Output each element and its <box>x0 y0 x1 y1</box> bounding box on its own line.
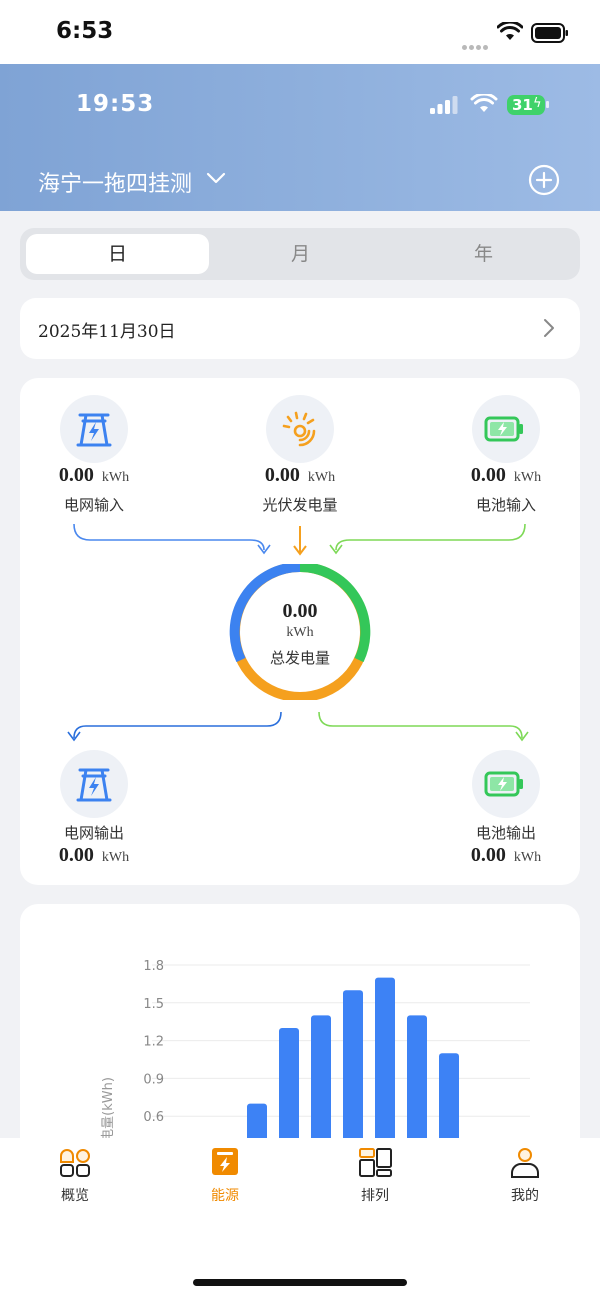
tab-profile-label: 我的 <box>511 1188 539 1204</box>
tab-month[interactable]: 月 <box>209 234 392 274</box>
chart-y-tick-label: 1.8 <box>143 959 164 974</box>
chart-bar[interactable] <box>375 977 395 1164</box>
total-generation-value: 0.00 <box>282 600 318 622</box>
inner-status-time: 19:53 <box>76 91 155 117</box>
home-indicator <box>193 1279 407 1286</box>
grid-output-label: 电网输出 <box>63 824 124 842</box>
inner-battery-icon: 31 ϟ <box>507 95 545 115</box>
tab-overview-label: 概览 <box>61 1188 89 1204</box>
generation-chart-card: 发电量(kWh) 1.8 1.5 1.2 0.9 0.6 <box>20 904 580 1164</box>
chart-y-tick-label: 1.5 <box>143 997 164 1012</box>
battery-output-label: 电池输出 <box>475 824 536 842</box>
tab-energy-label: 能源 <box>211 1188 239 1204</box>
tab-energy[interactable]: 能源 <box>185 1148 265 1205</box>
energy-flow-card: 0.00 kWh 电网输入 0.00 kWh 光伏发电量 0.00 kWh 电池输入 <box>20 378 580 885</box>
overview-icon <box>60 1149 90 1177</box>
profile-icon <box>511 1148 539 1178</box>
battery-tip <box>546 101 549 108</box>
wifi-icon <box>497 22 523 40</box>
chevron-right-icon[interactable] <box>538 316 560 340</box>
inner-wifi-icon <box>470 94 498 112</box>
grid-output-value: 0.00 kWh <box>58 844 130 866</box>
tab-day[interactable]: 日 <box>26 234 209 274</box>
date-selector[interactable]: 2025年11月30日 <box>20 298 580 359</box>
energy-icon <box>212 1148 238 1175</box>
cellular-dots-icon <box>462 35 490 50</box>
chart-y-tick-label: 1.2 <box>143 1035 164 1050</box>
total-generation-label: 总发电量 <box>269 649 330 667</box>
tab-overview[interactable]: 概览 <box>35 1148 115 1205</box>
tab-year[interactable]: 年 <box>392 234 575 274</box>
battery-output-value: 0.00 kWh <box>470 844 542 866</box>
total-generation-unit: kWh <box>286 625 314 640</box>
system-time: 6:53 <box>56 18 114 44</box>
add-station-button[interactable] <box>528 164 560 196</box>
inner-battery-level: 31 <box>512 96 533 114</box>
tab-arrangement[interactable]: 排列 <box>335 1148 415 1205</box>
battery-icon <box>531 23 568 43</box>
chevron-down-icon[interactable] <box>204 166 228 190</box>
generation-bar-chart: 发电量(kWh) 1.81.51.20.90.6 <box>100 959 530 1164</box>
station-name[interactable]: 海宁一拖四挂测 <box>38 166 192 198</box>
grid-output-icon <box>60 750 128 818</box>
chart-y-tick-label: 0.6 <box>143 1110 164 1125</box>
tab-profile[interactable]: 我的 <box>485 1148 565 1205</box>
battery-output-icon <box>472 750 540 818</box>
selected-date: 2025年11月30日 <box>38 322 176 342</box>
tab-arrangement-label: 排列 <box>361 1188 389 1204</box>
period-segmented-control: 日 月 年 <box>20 228 580 280</box>
arrangement-icon <box>359 1148 392 1177</box>
chart-y-tick-label: 0.9 <box>143 1072 164 1087</box>
signal-icon <box>430 96 458 114</box>
